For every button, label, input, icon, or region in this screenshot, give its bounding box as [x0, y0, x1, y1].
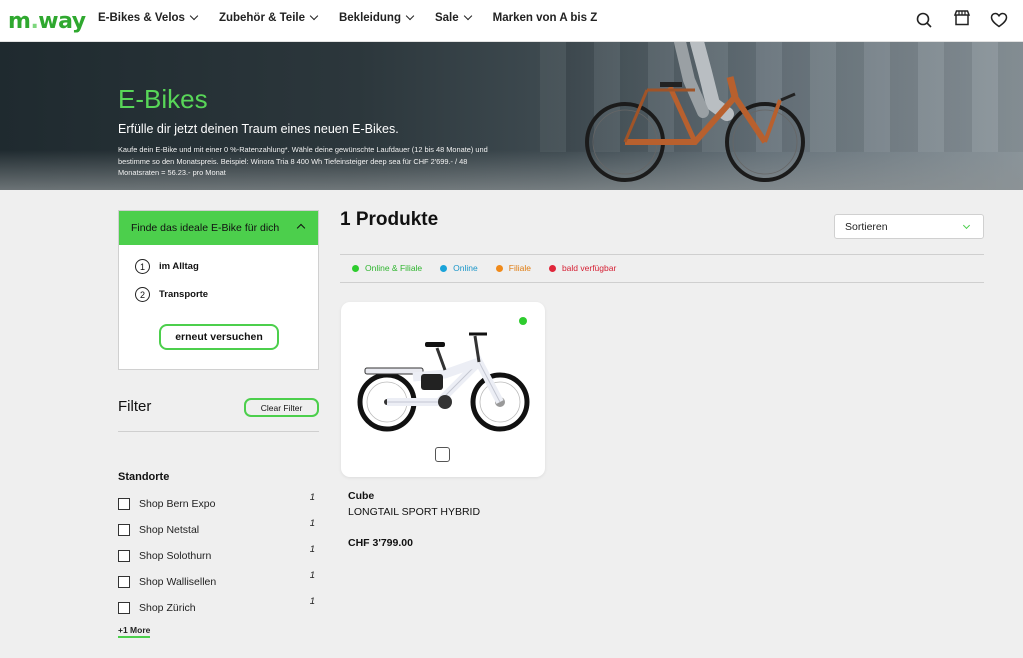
location-filter-zuerich[interactable]: Shop Zürich 1: [118, 596, 319, 616]
nav-ebikes-velos[interactable]: E-Bikes & Velos: [98, 11, 199, 24]
legend-dot: [495, 264, 503, 272]
nav-sale[interactable]: Sale: [434, 11, 472, 24]
location-filter-solothurn[interactable]: Shop Solothurn 1: [118, 544, 319, 564]
legend-dot: [352, 264, 359, 272]
nav-label: Zubehör & Teile: [218, 12, 305, 24]
legend-bald-verfuegbar: bald verfügbar: [548, 263, 617, 273]
product-price: CHF 3'799.00: [348, 537, 413, 549]
location-filter-bern-expo[interactable]: Shop Bern Expo 1: [118, 492, 319, 512]
nav-label: E-Bikes & Velos: [98, 12, 185, 24]
checkbox[interactable]: [118, 498, 130, 510]
checkbox[interactable]: [118, 524, 130, 536]
chevron-down-icon: [405, 11, 415, 21]
filter-title: Filter: [118, 398, 152, 415]
hero-subtitle: Erfülle dir jetzt deinen Traum eines neu…: [118, 122, 399, 136]
site-header: m.way E-Bikes & Velos Zubehör & Teile Be…: [0, 0, 1023, 42]
legend-label: bald verfügbar: [561, 263, 617, 273]
step-number: 1: [135, 259, 150, 274]
chevron-down-icon: [309, 11, 319, 21]
location-label: Shop Solothurn: [139, 550, 212, 562]
checkbox[interactable]: [118, 576, 130, 588]
finder-step-2: 2 Transporte: [135, 287, 208, 302]
location-count: 1: [309, 570, 315, 581]
hero-description: Kaufe dein E-Bike und mit einer 0 %-Rate…: [118, 145, 488, 177]
availability-legend: Online & Filiale Online Filiale bald ver…: [352, 263, 634, 273]
location-label: Shop Bern Expo: [139, 498, 216, 510]
nav-label: Bekleidung: [338, 12, 401, 24]
chevron-up-icon: [296, 223, 306, 233]
hero-title: E-Bikes: [118, 84, 208, 114]
hero-banner: E-Bikes Erfülle dir jetzt deinen Traum e…: [0, 42, 1023, 190]
finder-header[interactable]: Finde das ideale E-Bike für dich: [119, 211, 318, 245]
nav-bekleidung[interactable]: Bekleidung: [338, 11, 415, 24]
product-model[interactable]: LONGTAIL SPORT HYBRID: [348, 506, 480, 518]
location-count: 1: [309, 544, 315, 555]
checkbox[interactable]: [118, 602, 130, 614]
checkbox[interactable]: [118, 550, 130, 562]
product-brand[interactable]: Cube: [348, 490, 374, 502]
clear-filter-button[interactable]: Clear Filter: [244, 398, 319, 417]
step-label: Transporte: [159, 289, 209, 300]
product-card[interactable]: [341, 302, 545, 477]
nav-zubehoer-teile[interactable]: Zubehör & Teile: [218, 11, 319, 24]
location-label: Shop Zürich: [139, 602, 196, 614]
show-more-link[interactable]: +1 More: [118, 625, 151, 638]
legend-label: Online: [453, 263, 478, 273]
mway-logo[interactable]: m.way: [8, 9, 86, 34]
ebike-finder: Finde das ideale E-Bike für dich 1 im Al…: [118, 210, 319, 370]
nav-label: Marken von A bis Z: [492, 12, 598, 24]
chevron-down-icon: [189, 11, 199, 21]
product-bike-image: [357, 332, 530, 432]
finder-step-1: 1 im Alltag: [135, 259, 199, 274]
location-count: 1: [309, 492, 315, 503]
nav-marken[interactable]: Marken von A bis Z: [493, 12, 598, 24]
location-filter-wallisellen[interactable]: Shop Wallisellen 1: [118, 570, 319, 590]
retry-button[interactable]: erneut versuchen: [159, 324, 279, 350]
search-icon[interactable]: [915, 11, 933, 29]
heart-icon[interactable]: [990, 11, 1008, 29]
legend-label: Online & Filiale: [365, 263, 423, 273]
hero-cyclist-image: [585, 42, 805, 182]
chevron-down-icon: [463, 11, 472, 21]
finder-title: Finde das ideale E-Bike für dich: [131, 222, 280, 234]
logo-text: m: [8, 9, 31, 34]
sort-select[interactable]: Sortieren: [834, 214, 984, 239]
legend-divider: [340, 254, 984, 255]
legend-online: Online: [440, 263, 478, 273]
product-count: 1 Produkte: [340, 209, 439, 230]
compare-checkbox[interactable]: [435, 447, 450, 462]
location-filter-netstal[interactable]: Shop Netstal 1: [118, 518, 319, 538]
legend-dot: [548, 264, 556, 272]
step-number: 2: [135, 287, 150, 302]
logo-text-rest: way: [38, 9, 86, 34]
location-count: 1: [309, 596, 315, 607]
nav-label: Sale: [434, 12, 459, 24]
standorte-heading: Standorte: [118, 471, 170, 483]
location-label: Shop Wallisellen: [139, 576, 217, 588]
legend-label: Filiale: [508, 263, 531, 273]
legend-divider: [340, 282, 984, 283]
location-count: 1: [309, 518, 315, 529]
chevron-down-icon: [962, 221, 971, 230]
store-icon[interactable]: [953, 9, 971, 27]
legend-online-filiale: Online & Filiale: [352, 263, 422, 273]
legend-dot: [440, 264, 448, 272]
filter-divider: [118, 431, 319, 432]
legend-filiale: Filiale: [495, 263, 531, 273]
sort-label: Sortieren: [845, 220, 888, 233]
main-nav: E-Bikes & Velos Zubehör & Teile Bekleidu…: [98, 11, 619, 24]
location-label: Shop Netstal: [139, 524, 200, 536]
step-label: im Alltag: [159, 261, 199, 272]
